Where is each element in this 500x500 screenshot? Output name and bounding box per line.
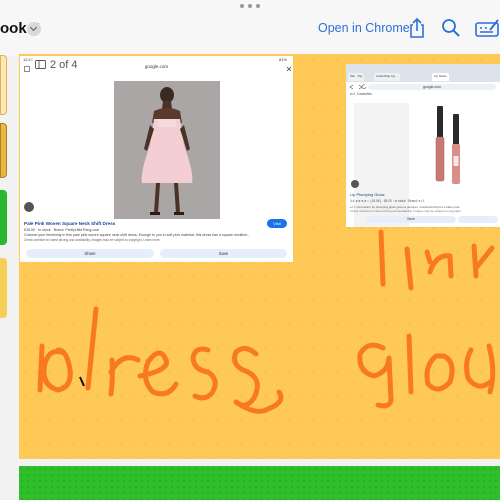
- save-button[interactable]: Save: [366, 216, 456, 223]
- google-lens-icon[interactable]: [24, 202, 34, 212]
- product-description: Channel your femininity in this pale pin…: [24, 233, 251, 237]
- browser-tab-1: Tab · Top: [348, 73, 365, 81]
- chevron-down-icon[interactable]: [27, 22, 41, 36]
- page-thumbnail-4[interactable]: [0, 258, 7, 318]
- page-thumbnail-2[interactable]: [0, 123, 7, 178]
- browser-tab-3: Lip Gloss: [432, 73, 449, 81]
- open-in-chrome-button[interactable]: Open in Chrome: [318, 21, 410, 35]
- more-button[interactable]: [458, 216, 498, 223]
- page-indicator-label: 2 of 4: [50, 58, 78, 71]
- dress-product-image: [114, 81, 220, 219]
- product-title[interactable]: Lip Plumping Gloss: [350, 192, 384, 197]
- status-battery: 81%: [278, 57, 287, 62]
- page-thumbnail-1[interactable]: [0, 55, 7, 115]
- lipgloss-product-image: [435, 106, 460, 184]
- pricing-disclaimer: Check website for latest pricing and ava…: [24, 238, 160, 242]
- site-label: e.l.f. Cosmetics: [350, 92, 372, 96]
- lipgloss-screenshot[interactable]: Tab · Top ColourPop Lip... Lip Gloss goo…: [346, 64, 500, 227]
- top-toolbar: ook 7 Open in Chrome: [0, 0, 500, 56]
- next-notebook-page[interactable]: [19, 466, 500, 500]
- address-bar: google.com: [368, 84, 496, 90]
- share-icon[interactable]: [406, 17, 428, 39]
- visit-button[interactable]: Visit: [267, 219, 287, 228]
- save-button[interactable]: Save: [160, 249, 287, 258]
- product-title[interactable]: Pale Pink Woven Square Neck Shift Dress: [24, 221, 115, 226]
- google-lens-icon[interactable]: [351, 180, 359, 188]
- keyboard-pencil-icon[interactable]: [475, 17, 500, 39]
- share-button[interactable]: Share: [26, 249, 154, 258]
- sidebar-icon: [35, 60, 46, 69]
- rating-line: 4.4 ★★★★☆ (18.5K) · £8.00 · In stock · B…: [350, 199, 425, 203]
- browser-tab-2: ColourPop Lip...: [374, 73, 400, 81]
- browser-tab-strip: [346, 64, 500, 82]
- page-thumbnail-3[interactable]: [0, 190, 7, 245]
- close-icon: [286, 66, 292, 72]
- pricing-disclaimer: Check website for latest pricing and ava…: [350, 209, 462, 213]
- multitasking-handle[interactable]: [240, 4, 260, 8]
- search-icon[interactable]: [440, 17, 462, 39]
- page-indicator[interactable]: 2 of 4: [30, 56, 84, 73]
- price-line: £35.00 · In stock · Brand: PrettyLittleT…: [24, 228, 100, 232]
- dress-screenshot[interactable]: 12:40 81% google.com Pale Pink Woven Squ…: [20, 56, 293, 262]
- nav-arrows-icon: [349, 84, 367, 90]
